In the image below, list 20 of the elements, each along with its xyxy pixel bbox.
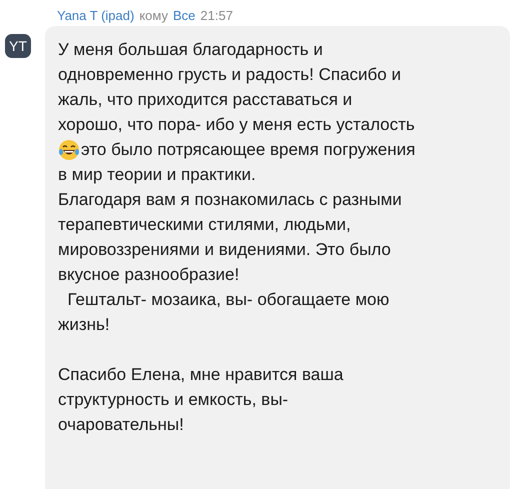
message-line: очаровательны! (58, 414, 184, 436)
message-line: Гештальт- мозаика, вы- обогащаете мою (66, 288, 390, 311)
message-line: одновременно грусть и радость! Спасибо и (58, 64, 401, 86)
message-line: терапевтическими стилями, людьми, (58, 214, 351, 236)
message-line: Благодаря вам я познакомилась с разными (58, 188, 402, 211)
message-line: жизнь! (58, 314, 110, 336)
message-line: жаль, что приходится расставаться и (58, 88, 352, 111)
message-line: мировоззрениями и видениями. Это было (58, 238, 391, 261)
message-line: в мир теории и практики. (58, 164, 256, 186)
recipient-name: Все (172, 7, 196, 25)
message-line: У меня большая благодарность и (58, 38, 323, 61)
sender-name: Yana T (ipad) (57, 7, 134, 25)
message-line: Спасибо Елена, мне нравится ваша (58, 364, 344, 386)
recipient-label: кому (139, 7, 168, 25)
avatar: YT (5, 34, 31, 58)
message-time: 21:57 (200, 7, 233, 25)
message-line: хорошо, что пора- ибо у меня есть усталость (58, 114, 415, 136)
message-line: это было потрясающее время погружения (81, 138, 416, 161)
message-line: вкусное разнообразие! (58, 264, 240, 286)
message-line: структурность и емкость, вы- (58, 388, 288, 411)
